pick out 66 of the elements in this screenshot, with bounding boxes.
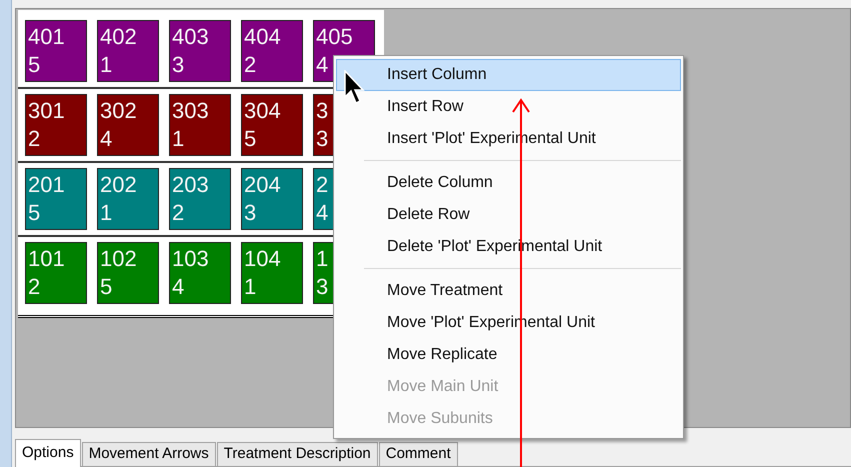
plot-tile[interactable]: 304 5 [241,94,303,156]
treatment-number: 1 [244,273,256,301]
treatment-number: 1 [100,199,112,227]
treatment-number: 3 [316,125,328,153]
plot-number: 204 [244,171,281,199]
treatment-number: 1 [172,125,184,153]
plot-number: 201 [28,171,65,199]
treatment-number: 5 [100,273,112,301]
plot-number: 401 [28,23,65,51]
treatment-number: 5 [28,199,40,227]
plot-tile[interactable]: 103 4 [169,242,231,304]
menu-item[interactable]: Insert Row [336,91,681,123]
treatment-number: 3 [244,199,256,227]
plot-number: 1 [316,245,328,273]
tab[interactable]: Options [15,439,81,467]
treatment-number: 2 [244,51,256,79]
treatment-number: 5 [244,125,256,153]
plot-number: 402 [100,23,137,51]
plot-number: 301 [28,97,65,125]
treatment-number: 4 [172,273,184,301]
plot-number: 2 [316,171,328,199]
plot-tile[interactable]: 402 1 [97,20,159,82]
treatment-number: 4 [100,125,112,153]
plot-tile[interactable]: 303 1 [169,94,231,156]
plot-number: 304 [244,97,281,125]
treatment-number: 3 [172,51,184,79]
menu-item[interactable]: Move Treatment [336,275,681,307]
plot-number: 303 [172,97,209,125]
plot-number: 302 [100,97,137,125]
plot-tile[interactable]: 403 3 [169,20,231,82]
treatment-number: 4 [316,51,328,79]
plot-number: 405 [316,23,353,51]
tab[interactable]: Treatment Description [216,442,378,466]
plot-tile[interactable]: 404 2 [241,20,303,82]
plot-number: 104 [244,245,281,273]
plot-number: 103 [172,245,209,273]
plot-tile[interactable]: 201 5 [25,168,87,230]
plot-tile[interactable]: 101 2 [25,242,87,304]
plot-tile[interactable]: 204 3 [241,168,303,230]
menu-item[interactable]: Move Replicate [336,339,681,371]
treatment-number: 1 [100,51,112,79]
plot-number: 202 [100,171,137,199]
treatment-number: 2 [28,273,40,301]
plot-number: 102 [100,245,137,273]
plot-number: 404 [244,23,281,51]
tab[interactable]: Movement Arrows [82,442,216,466]
plot-number: 203 [172,171,209,199]
treatment-number: 2 [172,199,184,227]
plot-tile[interactable]: 202 1 [97,168,159,230]
plot-number: 101 [28,245,65,273]
plot-tile[interactable]: 203 2 [169,168,231,230]
plot-tile[interactable]: 401 5 [25,20,87,82]
menu-item[interactable]: Delete Row [336,199,681,231]
menu-item[interactable]: Insert Column [336,59,681,91]
treatment-number: 2 [28,125,40,153]
plot-number: 3 [316,97,328,125]
tab[interactable]: Comment [378,442,458,466]
treatment-number: 5 [28,51,40,79]
plot-tile[interactable]: 302 4 [97,94,159,156]
plot-tile[interactable]: 102 5 [97,242,159,304]
treatment-number: 4 [316,199,328,227]
plot-tile[interactable]: 301 2 [25,94,87,156]
plot-tile[interactable]: 104 1 [241,242,303,304]
menu-item[interactable]: Delete Column [336,167,681,199]
plot-number: 403 [172,23,209,51]
treatment-number: 3 [316,273,328,301]
